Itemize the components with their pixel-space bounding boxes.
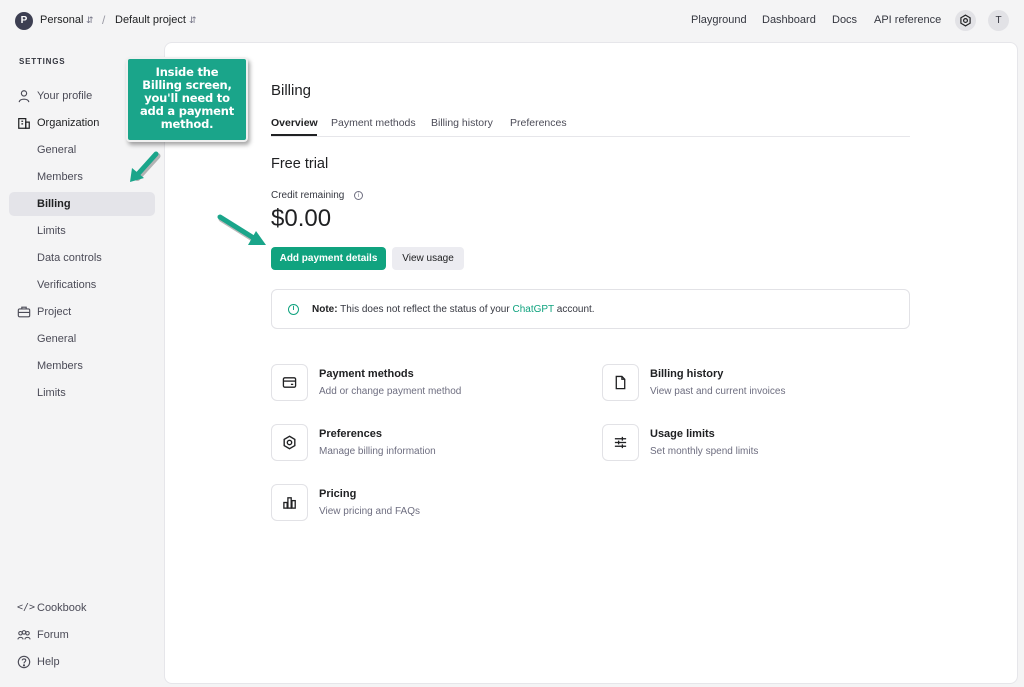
- sidebar-item-project-general[interactable]: General: [9, 327, 155, 351]
- nav-docs[interactable]: Docs: [832, 14, 857, 26]
- card-subtitle: Set monthly spend limits: [650, 446, 759, 457]
- org-chevron-icon[interactable]: ⇵: [86, 13, 94, 27]
- sidebar-item-data-controls[interactable]: Data controls: [9, 246, 155, 270]
- sidebar-item-project-members[interactable]: Members: [9, 354, 155, 378]
- card-title: Preferences: [319, 428, 382, 440]
- sidebar-item-org-limits[interactable]: Limits: [9, 219, 155, 243]
- tab-preferences[interactable]: Preferences: [510, 117, 567, 129]
- page-title: Billing: [271, 82, 312, 99]
- active-tab-indicator: [271, 134, 317, 136]
- card-icon-box: [271, 364, 308, 401]
- section-title: Free trial: [271, 156, 329, 172]
- help-icon: [17, 655, 31, 669]
- credit-card-icon: [282, 377, 297, 388]
- sidebar-item-help[interactable]: Help: [9, 650, 155, 674]
- card-title: Billing history: [650, 368, 724, 380]
- annotation-callout: Inside the Billing screen, you'll need t…: [126, 57, 248, 142]
- note-banner: i Note: This does not reflect the status…: [271, 289, 910, 329]
- note-label: Note:: [312, 304, 338, 315]
- info-circle-icon: i: [288, 304, 299, 315]
- settings-button[interactable]: [955, 10, 976, 31]
- code-icon: </>: [17, 602, 36, 613]
- sidebar-heading: SETTINGS: [19, 57, 66, 66]
- sidebar-item-label: Verifications: [37, 279, 97, 291]
- sidebar-item-cookbook[interactable]: </> Cookbook: [9, 596, 155, 620]
- credit-amount: $0.00: [271, 205, 332, 232]
- sidebar-item-label: Forum: [37, 629, 69, 641]
- main-panel: [164, 42, 1018, 684]
- card-title: Payment methods: [319, 368, 414, 380]
- card-icon-box: [602, 364, 639, 401]
- sidebar-item-label: Limits: [37, 387, 66, 399]
- sidebar-item-label: Data controls: [37, 252, 102, 264]
- sidebar-item-label: Members: [37, 171, 83, 183]
- sidebar-item-label: Organization: [37, 117, 100, 129]
- sidebar-item-label: Billing: [37, 198, 71, 210]
- card-icon-box: [602, 424, 639, 461]
- tab-payment-methods[interactable]: Payment methods: [331, 117, 416, 129]
- sidebar-item-label: Your profile: [37, 90, 93, 102]
- credit-label: Credit remaining: [271, 190, 345, 201]
- arrow-to-add-payment-icon: [217, 214, 266, 245]
- sidebar-item-label: General: [37, 333, 77, 345]
- org-switcher[interactable]: Personal: [40, 14, 83, 26]
- card-icon-box: [271, 484, 308, 521]
- project-switcher[interactable]: Default project: [115, 14, 186, 26]
- nav-playground[interactable]: Playground: [691, 14, 747, 26]
- org-avatar[interactable]: P: [15, 12, 33, 30]
- document-icon: [615, 375, 626, 390]
- top-bar: P Personal ⇵ / Default project ⇵ Playgro…: [0, 0, 1024, 42]
- card-subtitle: View past and current invoices: [650, 386, 786, 397]
- card-title: Pricing: [319, 488, 357, 500]
- card-subtitle: Add or change payment method: [319, 386, 462, 397]
- tab-overview[interactable]: Overview: [271, 117, 318, 129]
- breadcrumb-separator: /: [102, 13, 106, 27]
- card-subtitle: Manage billing information: [319, 446, 436, 457]
- bar-chart-icon: [283, 497, 296, 509]
- briefcase-icon: [17, 306, 31, 318]
- sidebar-item-forum[interactable]: Forum: [9, 623, 155, 647]
- sidebar-item-label: Cookbook: [37, 602, 87, 614]
- card-subtitle: View pricing and FAQs: [319, 506, 420, 517]
- sidebar-item-label: General: [37, 144, 77, 156]
- sidebar-item-billing[interactable]: Billing: [9, 192, 155, 216]
- sidebar-item-project-limits[interactable]: Limits: [9, 381, 155, 405]
- arrow-to-billing-icon: [130, 151, 161, 182]
- note-body: This does not reflect the status of your: [340, 304, 510, 315]
- nav-api-reference[interactable]: API reference: [874, 14, 941, 26]
- sidebar-item-project[interactable]: Project: [9, 300, 155, 324]
- add-payment-details-button[interactable]: Add payment details: [271, 247, 386, 270]
- sliders-icon: [614, 436, 627, 449]
- project-chevron-icon[interactable]: ⇵: [189, 13, 197, 27]
- note-suffix: account.: [556, 304, 595, 315]
- gear-icon: [960, 14, 971, 27]
- tab-billing-history[interactable]: Billing history: [431, 117, 493, 129]
- sidebar-item-verifications[interactable]: Verifications: [9, 273, 155, 297]
- person-icon: [18, 90, 30, 103]
- view-usage-button[interactable]: View usage: [392, 247, 464, 270]
- card-title: Usage limits: [650, 428, 715, 440]
- people-icon: [17, 630, 31, 640]
- gear-icon: [283, 435, 296, 450]
- user-avatar[interactable]: T: [988, 10, 1009, 31]
- note-text: Note: This does not reflect the status o…: [312, 304, 595, 315]
- sidebar-item-label: Limits: [37, 225, 66, 237]
- sidebar-item-label: Project: [37, 306, 72, 318]
- sidebar-item-label: Members: [37, 360, 83, 372]
- tabs-divider: [271, 136, 910, 137]
- info-icon[interactable]: i: [354, 191, 363, 200]
- callout-line: method.: [160, 117, 214, 131]
- chatgpt-link[interactable]: ChatGPT: [512, 304, 554, 315]
- building-icon: [18, 118, 30, 129]
- nav-dashboard[interactable]: Dashboard: [762, 14, 816, 26]
- sidebar-item-label: Help: [37, 656, 60, 668]
- card-icon-box: [271, 424, 308, 461]
